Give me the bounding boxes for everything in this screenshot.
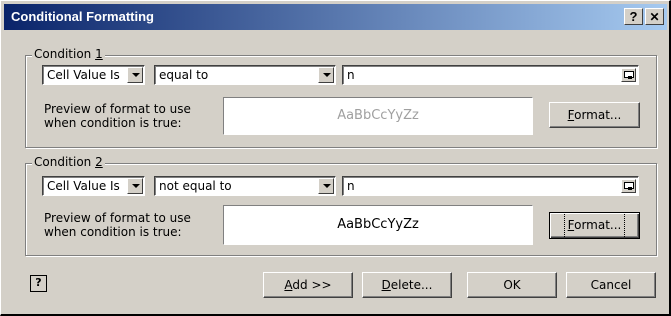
question-mark-icon: ? xyxy=(629,9,638,24)
condition-2-operator-value: not equal to xyxy=(159,179,232,193)
condition-1-type-select[interactable]: Cell Value Is xyxy=(42,65,145,85)
condition-1-preview-box: AaBbCcYyZz xyxy=(223,97,533,135)
condition-1-operator-select[interactable]: equal to xyxy=(154,65,336,85)
condition-1-type-value: Cell Value Is xyxy=(47,68,120,82)
condition-1-format-button[interactable]: Format... xyxy=(549,102,640,128)
condition-2-label: Condition 2 xyxy=(32,155,105,169)
condition-2-preview-box: AaBbCcYyZz xyxy=(223,205,533,245)
collapse-dialog-icon[interactable] xyxy=(621,179,636,193)
ok-button[interactable]: OK xyxy=(467,272,557,298)
help-title-button[interactable]: ? xyxy=(624,8,643,25)
chevron-down-icon[interactable] xyxy=(127,178,143,194)
condition-1-preview-label: Preview of format to use when condition … xyxy=(44,102,191,130)
add-button[interactable]: Add >> xyxy=(263,272,353,298)
close-button[interactable]: ✕ xyxy=(645,8,664,25)
chevron-down-icon[interactable] xyxy=(318,178,334,194)
close-icon: ✕ xyxy=(649,10,660,24)
help-icon[interactable]: ? xyxy=(30,275,47,292)
condition-2-type-select[interactable]: Cell Value Is xyxy=(42,176,145,196)
conditional-formatting-dialog: Conditional Formatting ? ✕ Condition 1 C… xyxy=(0,0,671,316)
collapse-dialog-icon[interactable] xyxy=(621,68,636,82)
condition-1-preview-text: AaBbCcYyZz xyxy=(337,108,419,123)
condition-2-preview-label: Preview of format to use when condition … xyxy=(44,211,191,239)
condition-2-format-button[interactable]: Format... xyxy=(549,212,640,239)
condition-1-value-input[interactable]: n xyxy=(342,65,639,85)
title-bar[interactable]: Conditional Formatting ? ✕ xyxy=(4,4,667,30)
condition-2-type-value: Cell Value Is xyxy=(47,179,120,193)
cancel-button[interactable]: Cancel xyxy=(566,272,656,298)
chevron-down-icon[interactable] xyxy=(318,67,334,83)
condition-2-preview-text: AaBbCcYyZz xyxy=(337,217,419,232)
condition-2-value-input[interactable]: n xyxy=(342,176,639,196)
condition-1-label: Condition 1 xyxy=(32,47,105,61)
condition-1-operator-value: equal to xyxy=(159,68,209,82)
chevron-down-icon[interactable] xyxy=(127,67,143,83)
condition-2-operator-select[interactable]: not equal to xyxy=(154,176,336,196)
delete-button[interactable]: Delete... xyxy=(362,272,452,298)
window-title: Conditional Formatting xyxy=(11,9,154,24)
